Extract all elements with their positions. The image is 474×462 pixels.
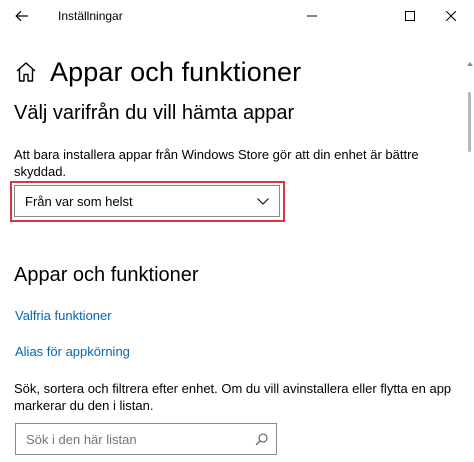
- search-icon[interactable]: [255, 432, 268, 446]
- scroll-up-icon: [467, 62, 473, 66]
- maximize-icon: [405, 11, 415, 21]
- close-icon: [446, 11, 456, 21]
- page-header: Appar och funktioner: [12, 52, 301, 92]
- app-search-input[interactable]: [26, 431, 236, 447]
- scroll-thumb[interactable]: [468, 92, 471, 152]
- scrollbar[interactable]: [466, 32, 474, 462]
- settings-content: Appar och funktioner Välj varifrån du vi…: [0, 32, 474, 462]
- apps-section-heading: Appar och funktioner: [14, 264, 199, 286]
- title-bar: Inställningar: [0, 0, 474, 32]
- app-execution-alias-link[interactable]: Alias för appkörning: [15, 344, 130, 359]
- scroll-up-arrow[interactable]: [466, 62, 474, 72]
- dropdown-selected-value: Från var som helst: [25, 193, 133, 209]
- app-search-box[interactable]: [15, 423, 277, 455]
- window-title: Inställningar: [58, 9, 123, 23]
- minimize-icon: [307, 15, 317, 17]
- optional-features-link[interactable]: Valfria funktioner: [15, 308, 112, 323]
- apps-section-description: Sök, sortera och filtrera efter enhet. O…: [14, 381, 452, 413]
- home-icon[interactable]: [14, 60, 38, 84]
- back-arrow-icon: [15, 10, 28, 22]
- maximize-button[interactable]: [387, 0, 433, 32]
- back-button[interactable]: [4, 0, 40, 32]
- minimize-button[interactable]: [289, 0, 335, 32]
- install-source-dropdown[interactable]: Från var som helst: [14, 185, 280, 217]
- chevron-down-icon: [257, 197, 269, 205]
- install-source-description: Att bara installera appar från Windows S…: [14, 147, 419, 179]
- close-button[interactable]: [428, 0, 474, 32]
- page-title: Appar och funktioner: [50, 56, 302, 87]
- install-source-heading: Välj varifrån du vill hämta appar: [14, 102, 295, 124]
